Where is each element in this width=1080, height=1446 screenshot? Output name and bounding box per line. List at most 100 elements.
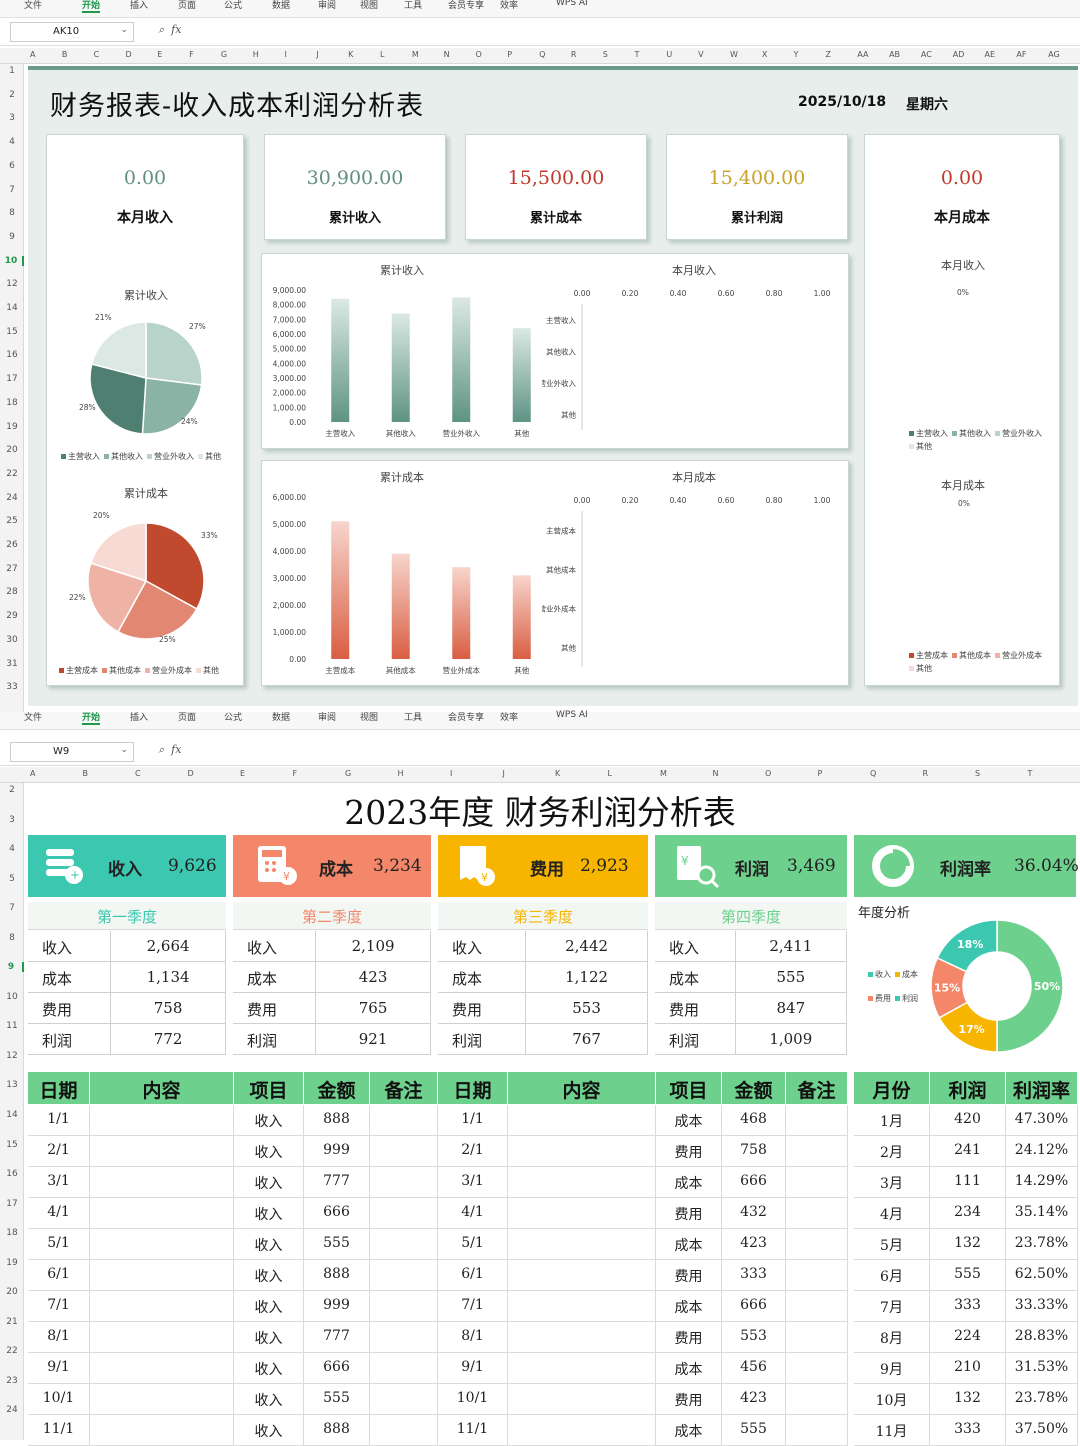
menu-item[interactable]: 会员专享 — [448, 710, 484, 723]
table-cell[interactable] — [90, 1384, 234, 1415]
table-cell[interactable] — [370, 1322, 438, 1353]
column-label[interactable]: E — [240, 769, 245, 778]
column-label[interactable]: B — [83, 769, 89, 778]
column-label[interactable]: AB — [889, 50, 900, 59]
table-cell[interactable] — [90, 1198, 234, 1229]
table-cell[interactable]: 5/1 — [28, 1229, 90, 1260]
row-label[interactable]: 20 — [0, 445, 24, 455]
row-label[interactable]: 3 — [0, 113, 24, 123]
table-cell[interactable]: 333 — [930, 1291, 1006, 1322]
column-header[interactable]: 备注 — [786, 1072, 848, 1104]
name-box[interactable]: AK10 ⌄ — [10, 22, 134, 42]
row-label[interactable]: 30 — [0, 635, 24, 645]
column-label[interactable]: Q — [870, 769, 876, 778]
table-cell[interactable]: 14.29% — [1006, 1167, 1078, 1198]
menu-item[interactable]: 文件 — [24, 710, 42, 723]
row-label[interactable]: 4 — [0, 137, 24, 147]
table-cell[interactable]: 11月 — [854, 1415, 930, 1446]
table-cell[interactable]: 777 — [304, 1167, 370, 1198]
column-label[interactable]: V — [698, 50, 703, 59]
column-label[interactable]: S — [603, 50, 608, 59]
table-cell[interactable]: 收入 — [234, 1105, 304, 1136]
row-label[interactable]: 9 — [0, 232, 24, 242]
column-label[interactable]: O — [765, 769, 771, 778]
column-label[interactable]: AD — [953, 50, 965, 59]
column-label[interactable]: B — [62, 50, 68, 59]
table-cell[interactable]: 6/1 — [28, 1260, 90, 1291]
column-label[interactable]: W — [730, 50, 738, 59]
table-cell[interactable] — [508, 1260, 656, 1291]
column-label[interactable]: C — [94, 50, 100, 59]
row-label[interactable]: 16 — [0, 1169, 24, 1179]
row-label[interactable]: 22 — [0, 1346, 24, 1356]
table-cell[interactable]: 33.33% — [1006, 1291, 1078, 1322]
column-label[interactable]: U — [666, 50, 672, 59]
row-label[interactable]: 19 — [0, 1258, 24, 1268]
column-label[interactable]: N — [713, 769, 719, 778]
row-label[interactable]: 27 — [0, 564, 24, 574]
table-cell[interactable]: 成本 — [656, 1105, 722, 1136]
column-label[interactable]: P — [507, 50, 512, 59]
table-cell[interactable]: 费用 — [656, 1384, 722, 1415]
table-cell[interactable] — [508, 1353, 656, 1384]
row-label[interactable]: 11 — [0, 1021, 24, 1031]
table-cell[interactable]: 2/1 — [28, 1136, 90, 1167]
table-cell[interactable]: 11/1 — [28, 1415, 90, 1446]
table-cell[interactable]: 3/1 — [438, 1167, 508, 1198]
table-cell[interactable]: 758 — [722, 1136, 786, 1167]
table-cell[interactable]: 553 — [722, 1322, 786, 1353]
column-header[interactable]: 项目 — [234, 1072, 304, 1104]
table-cell[interactable]: 6月 — [854, 1260, 930, 1291]
row-label[interactable]: 29 — [0, 611, 24, 621]
table-cell[interactable] — [508, 1322, 656, 1353]
table-cell[interactable]: 收入 — [234, 1198, 304, 1229]
table-cell[interactable]: 210 — [930, 1353, 1006, 1384]
row-label[interactable]: 21 — [0, 1317, 24, 1327]
table-cell[interactable]: 6/1 — [438, 1260, 508, 1291]
table-cell[interactable]: 1/1 — [438, 1105, 508, 1136]
row-label[interactable]: 13 — [0, 1080, 24, 1090]
table-cell[interactable]: 999 — [304, 1291, 370, 1322]
fx-icon[interactable]: fx — [171, 23, 181, 36]
row-label[interactable]: 24 — [0, 1405, 24, 1415]
row-label[interactable]: 10 — [0, 992, 24, 1002]
table-cell[interactable]: 468 — [722, 1105, 786, 1136]
table-cell[interactable]: 888 — [304, 1105, 370, 1136]
table-cell[interactable] — [90, 1322, 234, 1353]
row-label[interactable]: 15 — [0, 327, 24, 337]
column-label[interactable]: I — [450, 769, 452, 778]
column-label[interactable]: F — [189, 50, 194, 59]
row-label[interactable]: 17 — [0, 1199, 24, 1209]
table-cell[interactable] — [786, 1415, 848, 1446]
column-label[interactable]: Z — [825, 50, 830, 59]
table-cell[interactable] — [370, 1229, 438, 1260]
menu-item[interactable]: 视图 — [360, 710, 378, 723]
table-cell[interactable] — [90, 1353, 234, 1384]
table-cell[interactable]: 241 — [930, 1136, 1006, 1167]
menu-item[interactable]: 插入 — [130, 0, 148, 11]
table-cell[interactable]: 35.14% — [1006, 1198, 1078, 1229]
table-cell[interactable] — [90, 1291, 234, 1322]
formula-icons[interactable]: ⌕ fx — [158, 23, 181, 37]
table-cell[interactable]: 收入 — [234, 1291, 304, 1322]
table-cell[interactable]: 4/1 — [28, 1198, 90, 1229]
column-label[interactable]: O — [475, 50, 481, 59]
column-label[interactable]: AA — [857, 50, 868, 59]
menu-item[interactable]: 审阅 — [318, 710, 336, 723]
row-label[interactable]: 18 — [0, 1228, 24, 1238]
menu-item[interactable]: 效率 — [500, 710, 518, 723]
row-label[interactable]: 25 — [0, 516, 24, 526]
menu-item[interactable]: 工具 — [404, 0, 422, 11]
table-cell[interactable]: 2月 — [854, 1136, 930, 1167]
column-header[interactable]: 项目 — [656, 1072, 722, 1104]
table-cell[interactable]: 费用 — [656, 1136, 722, 1167]
table-cell[interactable]: 7/1 — [28, 1291, 90, 1322]
zoom-icon[interactable]: ⌕ — [158, 23, 164, 36]
table-cell[interactable] — [786, 1136, 848, 1167]
table-cell[interactable]: 10/1 — [28, 1384, 90, 1415]
menu-item[interactable]: 页面 — [178, 710, 196, 723]
column-label[interactable]: T — [635, 50, 640, 59]
table-cell[interactable]: 成本 — [656, 1291, 722, 1322]
column-label[interactable]: G — [345, 769, 351, 778]
column-label[interactable]: D — [125, 50, 131, 59]
